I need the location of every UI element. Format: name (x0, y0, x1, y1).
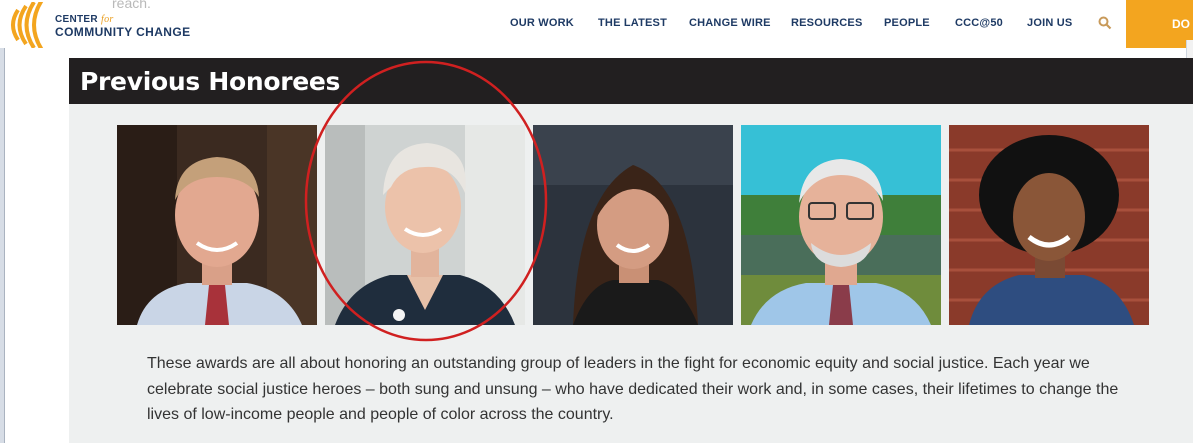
nav-our-work[interactable]: OUR WORK (510, 17, 574, 29)
honoree-photo-3[interactable] (533, 125, 733, 325)
previous-honorees-section: Previous Honorees These awards are all a… (69, 58, 1193, 443)
browser-left-edge (0, 0, 5, 443)
site-logo[interactable]: CENTER for COMMUNITY CHANGE (4, 2, 214, 48)
logo-arcs-icon (11, 2, 44, 48)
section-title: Previous Honorees (80, 67, 341, 96)
honoree-photo-2[interactable] (325, 125, 525, 325)
section-title-bar: Previous Honorees (69, 58, 1193, 104)
logo-for: for (101, 14, 114, 25)
logo-text-bottom: COMMUNITY CHANGE (55, 25, 191, 39)
nav-change-wire[interactable]: CHANGE WIRE (689, 17, 771, 29)
search-icon[interactable] (1098, 16, 1112, 30)
nav-people[interactable]: PEOPLE (884, 17, 930, 29)
honoree-photo-5[interactable] (949, 125, 1149, 325)
donate-button[interactable]: DO (1126, 0, 1193, 48)
nav-resources[interactable]: RESOURCES (791, 17, 862, 29)
honoree-photo-4[interactable] (741, 125, 941, 325)
nav-join-us[interactable]: JOIN US (1027, 17, 1072, 29)
logo-text-top: CENTER for (55, 14, 114, 25)
site-header: reach. CENTER for COMMUNITY CHANGE OUR W… (0, 0, 1193, 48)
honoree-photo-1[interactable] (117, 125, 317, 325)
nav-the-latest[interactable]: THE LATEST (598, 17, 667, 29)
honorees-description: These awards are all about honoring an o… (147, 355, 1119, 423)
logo-center: CENTER (55, 14, 98, 25)
donate-label: DO (1172, 17, 1190, 31)
nav-ccc50[interactable]: CCC@50 (955, 17, 1003, 29)
